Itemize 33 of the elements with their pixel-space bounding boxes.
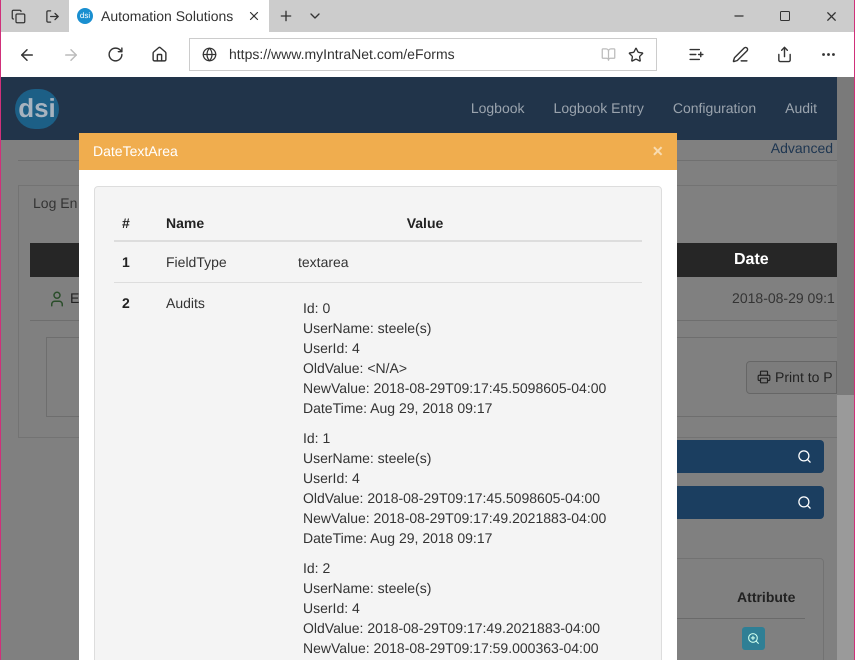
- column-header: Attribute: [737, 588, 796, 607]
- audit-line: UserName: steele(s): [303, 319, 432, 338]
- table-cell-text: 2018-08-29 09:1: [732, 289, 836, 308]
- row-number: 1: [121, 253, 131, 272]
- modal-title: DateTextArea: [93, 142, 179, 161]
- audit-line: UserId: 4: [303, 599, 361, 618]
- table-cell-text: E: [70, 289, 80, 308]
- audit-line: UserName: steele(s): [303, 579, 432, 598]
- audit-line: OldValue: 2018-08-29T09:17:49.2021883-04:00: [303, 619, 602, 638]
- audit-line: Id: 1: [303, 429, 332, 448]
- audit-line: NewValue: 2018-08-29T09:17:59.000363-04:00: [303, 639, 600, 658]
- row-number: 2: [121, 294, 131, 313]
- column-header: Value: [406, 214, 444, 233]
- tab-title: Automation Solutions: [101, 6, 234, 26]
- audit-line: DateTime: Aug 29, 2018 09:17: [303, 399, 494, 418]
- audit-line: NewValue: 2018-08-29T09:17:45.5098605-04:00: [303, 379, 606, 398]
- audit-line: OldValue: <N/A>: [303, 359, 408, 378]
- column-header: #: [121, 214, 131, 233]
- audit-line: OldValue: 2018-08-29T09:17:45.5098605-04:00: [303, 489, 602, 508]
- audit-line: Id: 2: [303, 559, 332, 578]
- table-cell-text: Audits: [166, 294, 206, 313]
- site-logo-icon: dsi: [77, 8, 93, 24]
- column-header: Name: [166, 214, 206, 233]
- table-cell-text: FieldType: [166, 253, 228, 272]
- logo: dsi: [15, 88, 59, 128]
- audit-line: UserName: steele(s): [303, 449, 432, 468]
- audit-line: UserId: 4: [303, 469, 361, 488]
- table-cell-text: textarea: [298, 253, 349, 272]
- audit-line: DateTime: Aug 29, 2018 09:17: [303, 529, 494, 548]
- audit-line: NewValue: 2018-08-29T09:17:49.2021883-04:00: [303, 509, 606, 528]
- column-header: Date: [734, 250, 769, 270]
- audit-line: Id: 0: [303, 299, 332, 318]
- audit-line: UserId: 4: [303, 339, 361, 358]
